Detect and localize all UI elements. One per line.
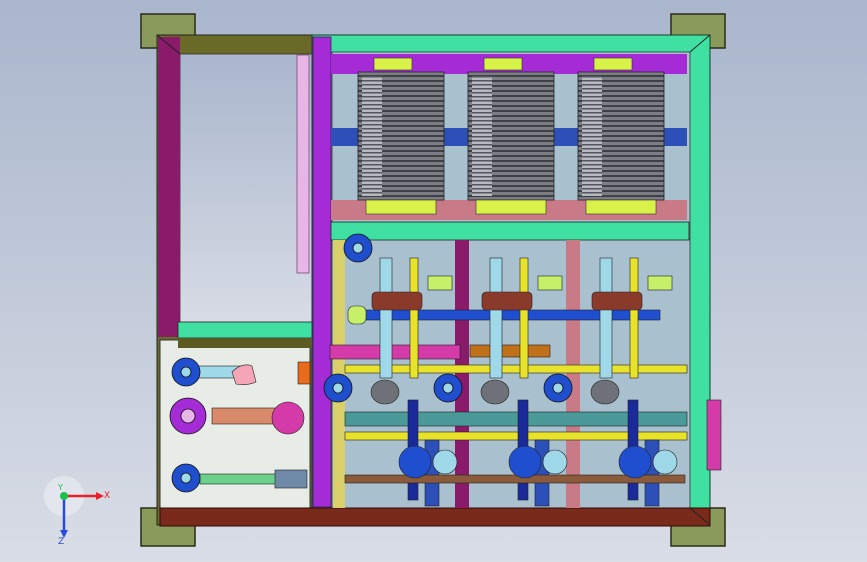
base-bar bbox=[159, 507, 711, 527]
triad-y-label: Y bbox=[57, 483, 63, 492]
frame-purple-column bbox=[158, 37, 180, 337]
filter-stack-3 bbox=[577, 57, 665, 215]
divider-1 bbox=[455, 240, 469, 508]
frame-green-crossbar bbox=[177, 321, 313, 339]
filter-stack-2 bbox=[467, 57, 555, 215]
pink-panel bbox=[296, 54, 310, 274]
triad-z-label: Z bbox=[58, 537, 64, 547]
divider-2 bbox=[566, 240, 580, 508]
filter-stacks[interactable] bbox=[357, 57, 665, 215]
green-mid-bar bbox=[330, 221, 690, 241]
cad-viewport[interactable]: Y X Z bbox=[0, 0, 867, 562]
frame-left-inner bbox=[179, 53, 313, 333]
triad-origin bbox=[60, 492, 68, 500]
triad-x-label: X bbox=[104, 491, 110, 501]
frame-olive-crossbar bbox=[178, 338, 312, 348]
violet-column bbox=[312, 36, 332, 508]
filter-stack-1 bbox=[357, 57, 445, 215]
